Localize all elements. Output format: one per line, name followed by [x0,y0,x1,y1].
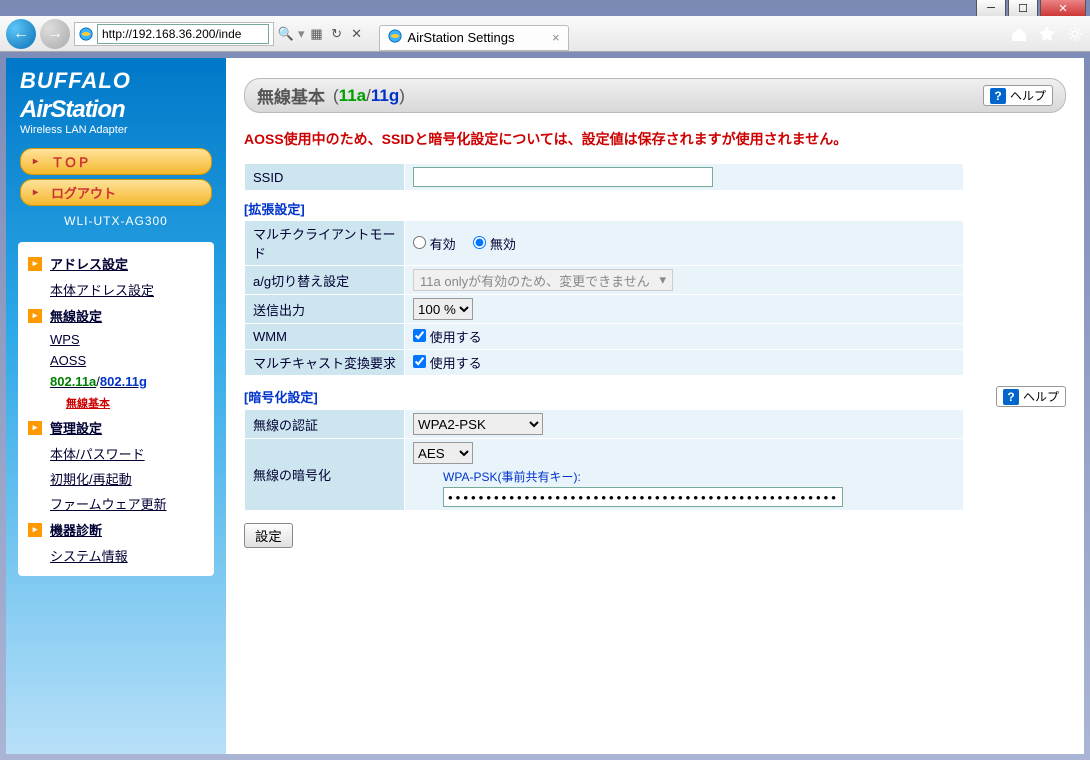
bullet-icon: ▸ [28,257,42,271]
nav-80211g[interactable]: 802.11g [100,374,147,389]
browser-tab[interactable]: AirStation Settings × [379,25,569,51]
enc-section-header: [暗号化設定] [244,387,318,406]
txpower-label: 送信出力 [245,295,405,324]
ext-section-header: [拡張設定] [244,199,1066,218]
compat-icon[interactable]: ▦ [309,26,325,42]
tab-title: AirStation Settings [408,30,515,45]
ssid-label: SSID [245,164,405,191]
help-button-enc[interactable]: ?ヘルプ [996,386,1066,407]
help-icon: ? [1003,389,1019,405]
main-content: 無線基本 (11a/11g) ?ヘルプ AOSS使用中のため、SSIDと暗号化設… [226,58,1084,754]
nav-forward-button[interactable]: → [40,19,70,49]
refresh-icon[interactable]: ↻ [329,26,345,42]
help-button[interactable]: ?ヘルプ [983,85,1053,106]
url-input[interactable] [97,24,269,44]
multiclient-enable-radio[interactable] [413,236,426,249]
product-name: AirStation [6,96,226,124]
multiclient-label: マルチクライアントモード [245,221,405,266]
nav-80211a[interactable]: 802.11a [50,374,96,389]
nav-wireless[interactable]: 無線設定 [50,306,102,325]
auth-label: 無線の認証 [245,410,405,439]
nav-admin[interactable]: 管理設定 [50,418,102,437]
home-icon[interactable] [1010,25,1028,43]
nav-panel: ▸アドレス設定 本体アドレス設定 ▸無線設定 WPS AOSS 802.11a/… [18,242,214,576]
browser-toolbar: ← → 🔍 ▾ ▦ ↻ ✕ AirStation Settings × [0,16,1090,52]
sidebar: BUFFALO AirStation Wireless LAN Adapter … [6,58,226,754]
logout-button[interactable]: ログアウト [20,179,212,206]
multicast-checkbox[interactable] [413,355,426,368]
nav-password[interactable]: 本体/パスワード [50,447,145,462]
enc-settings-table: 無線の認証 WPA2-PSK 無線の暗号化 AES WPA-PSK(事前共有キー… [244,409,964,511]
bullet-icon: ▸ [28,309,42,323]
top-button[interactable]: ＴＯＰ [20,148,212,175]
psk-input[interactable] [443,487,843,507]
model-label: WLI-UTX-AG300 [6,210,226,236]
warning-text: AOSS使用中のため、SSIDと暗号化設定については、設定値は保存されますが使用… [244,129,1066,149]
nav-wps[interactable]: WPS [50,332,80,347]
enc-label: 無線の暗号化 [245,439,405,511]
wmm-checkbox[interactable] [413,329,426,342]
multicast-label: マルチキャスト変換要求 [245,350,405,376]
favorites-icon[interactable] [1038,25,1056,43]
nav-local-address[interactable]: 本体アドレス設定 [50,283,154,298]
window-titlebar: ─ ☐ ✕ [0,0,1090,16]
nav-diag[interactable]: 機器診断 [50,520,102,539]
nav-sysinfo[interactable]: システム情報 [50,549,128,564]
ag-switch-select: 11a onlyが有効のため、変更できません▾ [413,269,673,291]
ie-icon [79,27,93,41]
help-icon: ? [990,88,1006,104]
ext-settings-table: マルチクライアントモード 有効 無効 a/g切り替え設定 11a onlyが有効… [244,220,964,376]
tab-close-icon[interactable]: × [552,30,560,45]
product-sub: Wireless LAN Adapter [6,124,226,144]
txpower-select[interactable]: 100 % [413,298,473,320]
enc-select[interactable]: AES [413,442,473,464]
ag-switch-label: a/g切り替え設定 [245,266,405,295]
multiclient-disable-radio[interactable] [473,236,486,249]
stop-icon[interactable]: ✕ [349,26,365,42]
submit-button[interactable]: 設定 [244,523,293,548]
ssid-table: SSID [244,163,964,191]
bullet-icon: ▸ [28,421,42,435]
bullet-icon: ▸ [28,523,42,537]
ie-icon [388,29,402,46]
nav-wireless-basic[interactable]: 無線基本 [66,398,110,410]
search-icon[interactable]: 🔍 [278,26,294,42]
auth-select[interactable]: WPA2-PSK [413,413,543,435]
ssid-input[interactable] [413,167,713,187]
brand-logo: BUFFALO [6,64,226,96]
url-bar[interactable] [74,22,274,46]
tools-icon[interactable] [1066,25,1084,43]
psk-label: WPA-PSK(事前共有キー): [443,468,955,485]
nav-aoss[interactable]: AOSS [50,353,86,368]
page-title: 無線基本 [257,83,325,108]
nav-firmware[interactable]: ファームウェア更新 [50,497,167,512]
wmm-label: WMM [245,324,405,350]
nav-back-button[interactable]: ← [6,19,36,49]
nav-reboot[interactable]: 初期化/再起動 [50,472,132,487]
page-title-bar: 無線基本 (11a/11g) ?ヘルプ [244,78,1066,113]
nav-address[interactable]: アドレス設定 [50,254,128,273]
